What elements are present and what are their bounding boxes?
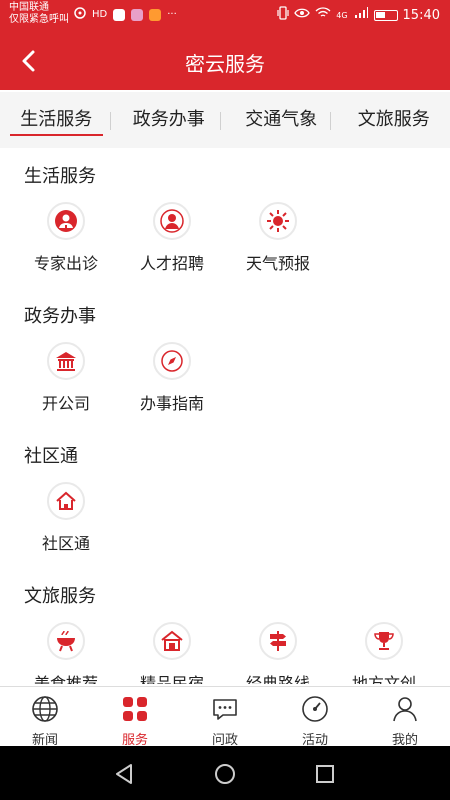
bbq-icon xyxy=(47,622,85,660)
service-label: 经典路线 xyxy=(245,674,310,684)
service-item-service-guide[interactable]: 办事指南 xyxy=(122,342,222,414)
category-tabs: 生活服务 政务办事 交通气象 文旅服务 xyxy=(0,92,450,148)
trophy-icon xyxy=(365,622,403,660)
compass-icon xyxy=(153,342,191,380)
building-icon xyxy=(47,342,85,380)
location-icon xyxy=(74,7,86,22)
carrier-name: 中国联通 xyxy=(9,2,49,13)
service-item-open-company[interactable]: 开公司 xyxy=(16,342,116,414)
service-label: 精品民宿 xyxy=(139,674,204,684)
square-recents-icon xyxy=(316,765,334,783)
nav-inquiry[interactable]: 问政 xyxy=(180,687,270,748)
page-title: 密云服务 xyxy=(185,52,265,76)
wifi-icon xyxy=(315,7,331,23)
service-label: 开公司 xyxy=(41,394,90,413)
globe-icon xyxy=(32,696,58,722)
gauge-icon xyxy=(302,696,328,722)
system-recents-button[interactable] xyxy=(313,762,337,786)
service-item-talent-recruit[interactable]: 人才招聘 xyxy=(122,202,222,274)
status-app-icons: HD ··· xyxy=(74,7,177,22)
service-label: 社区通 xyxy=(41,534,90,553)
service-label: 美食推荐 xyxy=(33,674,98,684)
service-label: 地方文创 xyxy=(351,674,416,684)
service-label: 专家出诊 xyxy=(33,254,98,273)
carrier-info: 中国联通 仅限紧急呼叫 xyxy=(9,2,69,26)
service-item-local-creative[interactable]: 地方文创 xyxy=(334,622,434,684)
service-label: 人才招聘 xyxy=(139,254,204,273)
section-title-culture-tourism: 文旅服务 xyxy=(24,586,96,607)
house-icon xyxy=(47,482,85,520)
system-back-button[interactable] xyxy=(112,762,136,786)
triangle-back-icon xyxy=(116,764,132,784)
service-item-weather[interactable]: 天气预报 xyxy=(228,202,328,274)
title-bar: 密云服务 xyxy=(0,32,450,90)
signal-icon xyxy=(353,7,369,23)
service-content: 生活服务 专家出诊 人才招聘 天气预报 政务办事 开公司 办事指南 社区通 社区… xyxy=(0,148,450,684)
section-title-community: 社区通 xyxy=(24,446,78,467)
app-notification-icon xyxy=(113,8,126,21)
tab-life-services[interactable]: 生活服务 xyxy=(0,92,113,148)
section-title-life: 生活服务 xyxy=(24,166,96,187)
eye-icon xyxy=(294,7,310,23)
tab-divider xyxy=(330,112,331,130)
app-notification-icon-2 xyxy=(131,8,144,21)
tab-traffic-weather[interactable]: 交通气象 xyxy=(225,92,338,148)
doctor-icon xyxy=(47,202,85,240)
service-item-classic-routes[interactable]: 经典路线 xyxy=(228,622,328,684)
status-bar: 中国联通 仅限紧急呼叫 HD ··· 4G 15:40 xyxy=(0,0,450,32)
user-icon xyxy=(393,697,417,722)
clock: 15:40 xyxy=(402,7,440,23)
grid-icon xyxy=(123,697,147,721)
system-home-button[interactable] xyxy=(213,762,237,786)
chat-icon xyxy=(213,699,237,720)
system-nav-bar xyxy=(0,746,450,800)
network-type: 4G xyxy=(336,10,348,20)
video-app-icon xyxy=(149,8,162,21)
vibrate-icon xyxy=(277,6,289,24)
tab-government-affairs[interactable]: 政务办事 xyxy=(113,92,226,148)
sun-icon xyxy=(259,202,297,240)
carrier-status: 仅限紧急呼叫 xyxy=(9,14,69,25)
signpost-icon xyxy=(259,622,297,660)
service-item-food-recommend[interactable]: 美食推荐 xyxy=(16,622,116,684)
nav-activities[interactable]: 活动 xyxy=(270,687,360,748)
nav-news[interactable]: 新闻 xyxy=(0,687,90,748)
nav-services[interactable]: 服务 xyxy=(90,687,180,748)
tab-divider xyxy=(220,112,221,130)
service-item-community[interactable]: 社区通 xyxy=(16,482,116,554)
battery-icon xyxy=(373,9,398,21)
more-notifications-icon: ··· xyxy=(167,9,177,20)
tab-divider xyxy=(110,112,111,130)
service-item-expert-clinic[interactable]: 专家出诊 xyxy=(16,202,116,274)
nav-mine[interactable]: 我的 xyxy=(360,687,450,748)
service-label: 办事指南 xyxy=(139,394,204,413)
person-icon xyxy=(153,202,191,240)
status-right: 4G 15:40 xyxy=(277,6,440,24)
section-title-government: 政务办事 xyxy=(24,306,96,327)
hd-icon: HD xyxy=(92,9,108,20)
bottom-nav: 新闻 服务 问政 活动 我的 xyxy=(0,686,450,748)
tab-culture-tourism[interactable]: 文旅服务 xyxy=(338,92,450,148)
service-label: 天气预报 xyxy=(245,254,310,273)
circle-home-icon xyxy=(215,764,235,784)
lodge-icon xyxy=(153,622,191,660)
service-item-boutique-homestay[interactable]: 精品民宿 xyxy=(122,622,222,684)
